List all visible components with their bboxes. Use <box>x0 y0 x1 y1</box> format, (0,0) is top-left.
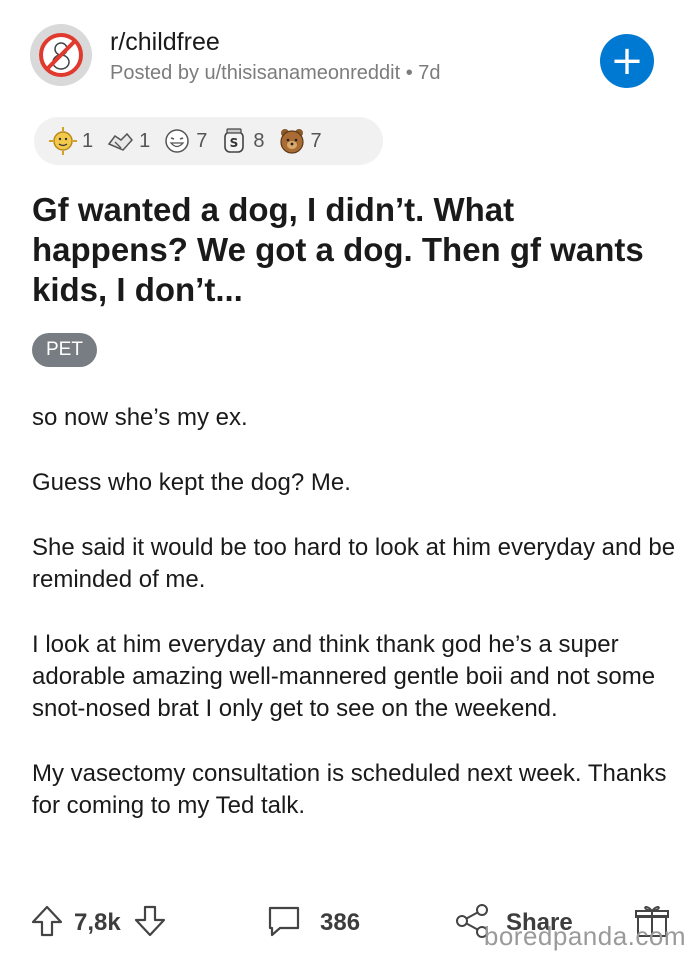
award-count: 8 <box>253 129 265 152</box>
award-count: 7 <box>196 129 208 152</box>
comment-count: 386 <box>320 909 361 936</box>
body-paragraph: so now she’s my ex. <box>32 404 248 431</box>
award-count: 1 <box>139 129 151 152</box>
body-paragraph: I look at him everyday and think thank g… <box>32 631 656 722</box>
sun-face-icon <box>48 126 78 156</box>
vote-group: 7,8k <box>28 896 169 950</box>
subreddit-name[interactable]: r/childfree <box>110 28 220 57</box>
post-body: so now she’s my ex. Guess who kept the d… <box>32 402 682 855</box>
award-item: 7 <box>162 126 207 156</box>
body-paragraph: Guess who kept the dog? Me. <box>32 469 351 496</box>
award-count: 7 <box>310 129 322 152</box>
jar-icon: S <box>219 126 249 156</box>
post-meta: Posted by u/thisisanameonreddit • 7d <box>110 62 441 84</box>
comments-button[interactable]: 386 <box>264 896 360 950</box>
body-paragraph: My vasectomy consultation is scheduled n… <box>32 760 667 819</box>
award-count: 1 <box>82 129 94 152</box>
award-item: 7 <box>277 126 322 156</box>
comment-bubble-icon <box>264 901 304 946</box>
award-item: 1 <box>48 126 93 156</box>
bear-icon <box>277 126 307 156</box>
awards-bar[interactable]: 1 1 7 S 8 7 <box>34 117 383 165</box>
vote-count: 7,8k <box>74 909 121 936</box>
subreddit-avatar[interactable] <box>30 24 92 86</box>
award-item: 1 <box>105 126 150 156</box>
laughing-face-icon <box>162 126 192 156</box>
post-header: r/childfree Posted by u/thisisanameonred… <box>30 24 670 94</box>
award-item: S 8 <box>219 126 265 156</box>
downvote-arrow-icon[interactable] <box>131 902 169 945</box>
post-flair[interactable]: PET <box>32 333 97 367</box>
handshake-icon <box>105 126 135 156</box>
upvote-arrow-icon[interactable] <box>28 902 66 945</box>
join-button[interactable]: + <box>600 34 654 88</box>
body-paragraph: She said it would be too hard to look at… <box>32 534 676 593</box>
post-title[interactable]: Gf wanted a dog, I didn’t. What happens?… <box>32 190 672 310</box>
childfree-logo-icon <box>39 33 83 77</box>
watermark: boredpanda.com <box>483 921 686 951</box>
svg-text:S: S <box>230 136 239 150</box>
